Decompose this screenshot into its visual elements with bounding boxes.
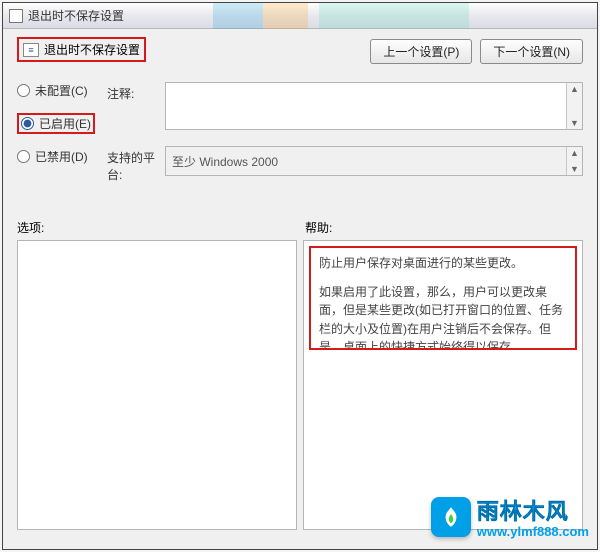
- options-label: 选项:: [17, 219, 305, 236]
- scroll-up-icon[interactable]: ▲: [567, 147, 582, 159]
- supported-label: 支持的平台:: [107, 146, 165, 183]
- radio-disabled-label: 已禁用(D): [35, 148, 88, 165]
- policy-icon: ≡: [23, 43, 39, 57]
- supported-value: 至少 Windows 2000: [172, 153, 278, 170]
- help-label: 帮助:: [305, 219, 332, 236]
- bg-decoration: [319, 3, 469, 29]
- scrollbar[interactable]: ▲ ▼: [566, 83, 582, 129]
- radio-enabled[interactable]: 已启用(E): [17, 113, 95, 134]
- window: 退出时不保存设置 ≡ 退出时不保存设置 上一个设置(P) 下一个设置(N) 未: [2, 2, 598, 550]
- scroll-up-icon[interactable]: ▲: [567, 83, 582, 95]
- watermark: 雨林木风 www.ylmf888.com: [431, 494, 589, 539]
- scrollbar[interactable]: ▲ ▼: [566, 147, 582, 175]
- comment-label: 注释:: [107, 82, 165, 102]
- radio-not-configured[interactable]: 未配置(C): [17, 82, 107, 99]
- radio-disabled-input[interactable]: [17, 150, 30, 163]
- watermark-url: www.ylmf888.com: [477, 524, 589, 539]
- radio-enabled-label: 已启用(E): [39, 115, 91, 132]
- scroll-down-icon[interactable]: ▼: [567, 163, 582, 175]
- watermark-logo-icon: [431, 497, 471, 537]
- policy-title-box: ≡ 退出时不保存设置: [17, 37, 146, 62]
- radio-enabled-input[interactable]: [21, 117, 34, 130]
- help-text-1: 防止用户保存对桌面进行的某些更改。: [319, 254, 567, 273]
- content-area: ≡ 退出时不保存设置 上一个设置(P) 下一个设置(N) 未配置(C): [3, 29, 597, 540]
- comment-textarea[interactable]: ▲ ▼: [165, 82, 583, 130]
- radio-disabled[interactable]: 已禁用(D): [17, 148, 107, 165]
- bg-decoration: [213, 3, 263, 29]
- radio-not-configured-input[interactable]: [17, 84, 30, 97]
- window-title: 退出时不保存设置: [28, 7, 124, 24]
- app-icon: [9, 9, 23, 23]
- watermark-title: 雨林木风: [477, 494, 589, 526]
- bg-decoration: [263, 3, 308, 29]
- titlebar[interactable]: 退出时不保存设置: [3, 3, 597, 29]
- help-text-2: 如果启用了此设置，那么，用户可以更改桌面，但是某些更改(如已打开窗口的位置、任务…: [319, 283, 567, 350]
- options-panel[interactable]: [17, 240, 297, 530]
- radio-not-configured-label: 未配置(C): [35, 82, 88, 99]
- supported-platform-box: 至少 Windows 2000 ▲ ▼: [165, 146, 583, 176]
- policy-title-text: 退出时不保存设置: [44, 41, 140, 58]
- next-setting-button[interactable]: 下一个设置(N): [480, 39, 583, 64]
- scroll-down-icon[interactable]: ▼: [567, 117, 582, 129]
- prev-setting-button[interactable]: 上一个设置(P): [370, 39, 472, 64]
- help-text-highlight: 防止用户保存对桌面进行的某些更改。 如果启用了此设置，那么，用户可以更改桌面，但…: [309, 246, 577, 350]
- help-panel: 防止用户保存对桌面进行的某些更改。 如果启用了此设置，那么，用户可以更改桌面，但…: [303, 240, 583, 530]
